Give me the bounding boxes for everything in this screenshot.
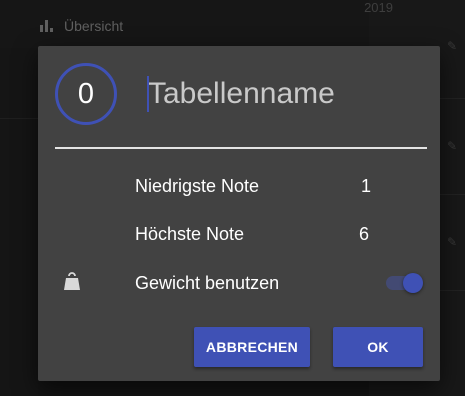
toggle-thumb [403, 273, 423, 293]
text-caret [147, 76, 149, 112]
cancel-button[interactable]: ABBRECHEN [194, 327, 310, 367]
background-year-label: 2019 [364, 0, 393, 15]
highest-grade-label: Höchste Note [135, 223, 245, 244]
use-weight-label: Gewicht benutzen [135, 272, 280, 293]
background-left-strip [0, 48, 38, 396]
pencil-icon: ✎ [447, 235, 458, 249]
input-underline [55, 147, 427, 149]
use-weight-toggle[interactable] [383, 273, 423, 293]
lowest-grade-label: Niedrigste Note [135, 175, 260, 196]
lowest-grade-value[interactable]: 1 [361, 171, 371, 201]
new-table-dialog: 0 Niedrigste Note 1 Höchste Note 6 Gewic… [38, 46, 440, 381]
nav-title-label: Übersicht [64, 18, 124, 34]
app-screen: Übersicht ✎ ✎ ✎ 2019 0 Niedrigste Note 1… [0, 0, 465, 396]
weight-icon [64, 272, 80, 290]
ok-button[interactable]: OK [333, 327, 423, 367]
pencil-icon: ✎ [447, 139, 458, 153]
count-badge: 0 [55, 63, 117, 125]
pencil-icon: ✎ [447, 39, 458, 53]
table-name-input[interactable] [146, 74, 408, 114]
highest-grade-value[interactable]: 6 [359, 219, 369, 249]
bar-chart-icon [40, 20, 54, 32]
count-value: 0 [77, 77, 95, 110]
background-nav-title: Übersicht [40, 18, 123, 34]
